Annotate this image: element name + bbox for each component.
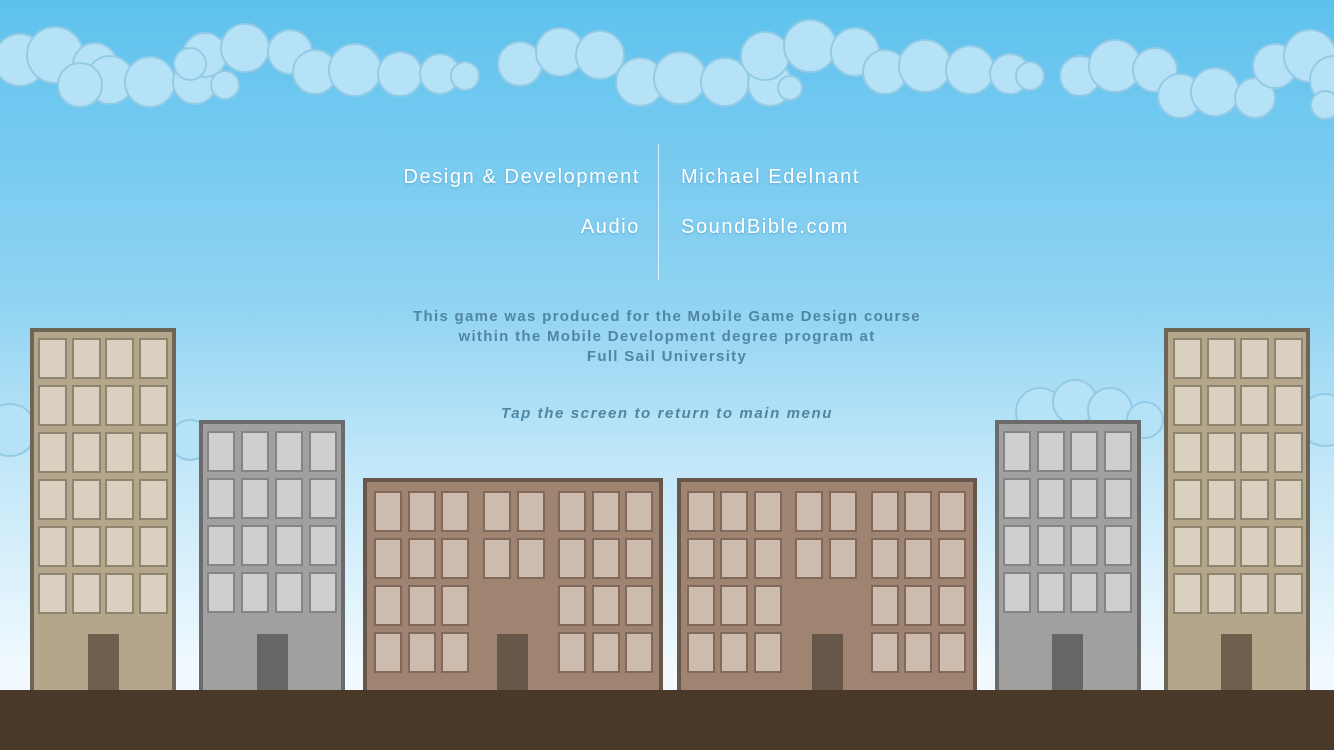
- credit-label-design: Design & Development: [403, 166, 640, 188]
- tap-to-return-prompt[interactable]: Tap the screen to return to main menu: [0, 405, 1334, 422]
- credits-divider: [658, 144, 659, 280]
- credits-block: Design & Development Michael Edelnant Au…: [0, 0, 1334, 750]
- course-info-line-2: within the Mobile Development degree pro…: [458, 328, 876, 345]
- credit-label-audio: Audio: [580, 216, 640, 238]
- credit-value-design: Michael Edelnant: [681, 166, 861, 188]
- course-info-line-1: This game was produced for the Mobile Ga…: [413, 308, 921, 325]
- credits-screen[interactable]: Design & Development Michael Edelnant Au…: [0, 0, 1334, 750]
- course-info-line-3: Full Sail University: [586, 348, 748, 365]
- credit-value-audio: SoundBible.com: [681, 216, 850, 238]
